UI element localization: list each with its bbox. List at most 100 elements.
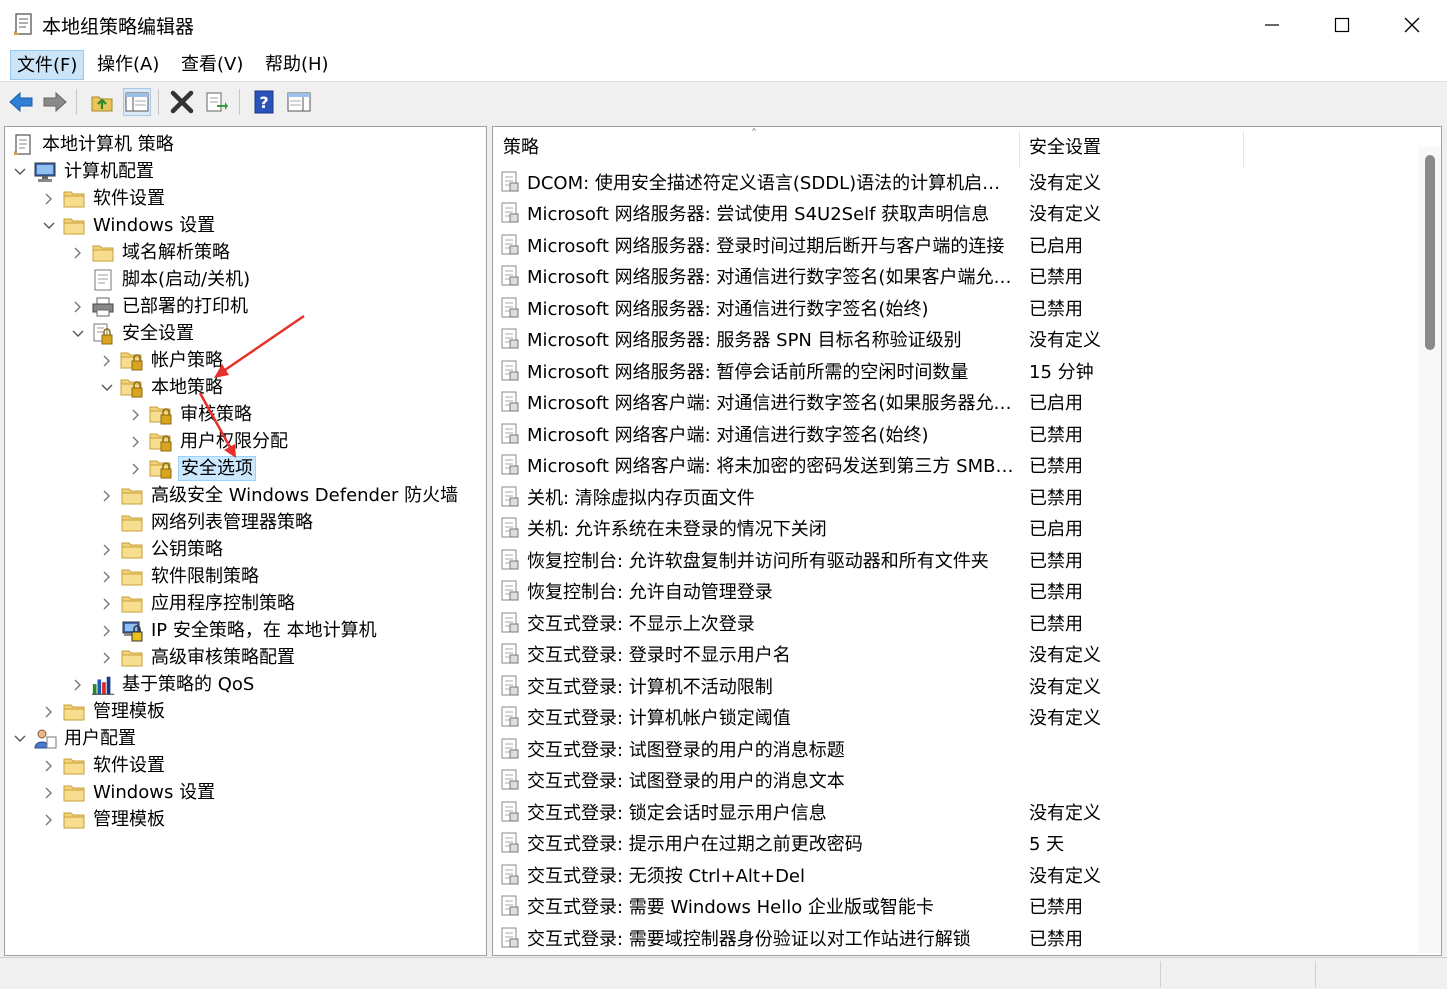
policy-row[interactable]: 交互式登录: 需要 Windows Hello 企业版或智能卡 已禁用 (499, 891, 1083, 922)
chevron-right-icon[interactable] (69, 671, 87, 698)
scrollbar-thumb[interactable] (1425, 155, 1435, 350)
tree-item[interactable]: 应用程序控制策略 (98, 590, 297, 617)
chevron-right-icon[interactable] (98, 644, 116, 671)
policy-row[interactable]: 交互式登录: 试图登录的用户的消息文本 (499, 765, 1017, 796)
tree-item[interactable]: Windows 设置 (40, 212, 217, 239)
forward-button[interactable] (41, 88, 69, 116)
show-hide-action-pane-button[interactable] (285, 88, 313, 116)
chevron-right-icon[interactable] (98, 617, 116, 644)
policy-row[interactable]: 关机: 清除虚拟内存页面文件 已禁用 (499, 481, 1083, 512)
folder-icon (120, 566, 144, 588)
policy-row[interactable]: Microsoft 网络客户端: 将未加密的密码发送到第三方 SMB ... 已禁… (499, 450, 1083, 481)
maximize-button[interactable] (1307, 0, 1377, 50)
tree-item[interactable]: 脚本(启动/关机) (69, 266, 252, 293)
chevron-right-icon[interactable] (69, 239, 87, 266)
vertical-scrollbar[interactable] (1419, 147, 1441, 953)
up-one-level-button[interactable] (88, 88, 116, 116)
chevron-right-icon[interactable] (127, 428, 145, 455)
policy-setting-value: 已启用 (1029, 235, 1083, 257)
tree-item[interactable]: 用户权限分配 (127, 428, 290, 455)
chevron-right-icon[interactable] (98, 536, 116, 563)
column-header-policy[interactable]: 策略 (493, 127, 1019, 169)
chevron-down-icon[interactable] (11, 725, 29, 752)
menu-action[interactable]: 操作(A) (91, 50, 165, 80)
chevron-down-icon[interactable] (40, 212, 58, 239)
policy-row[interactable]: 关机: 允许系统在未登录的情况下关闭 已启用 (499, 513, 1083, 544)
delete-button[interactable] (168, 88, 196, 116)
chevron-down-icon[interactable] (69, 320, 87, 347)
tree-item[interactable]: 用户配置 (11, 725, 138, 752)
tree-item[interactable]: IP 安全策略，在 本地计算机 (98, 617, 379, 644)
tree-item[interactable]: 公钥策略 (98, 536, 225, 563)
policy-row[interactable]: 交互式登录: 不显示上次登录 已禁用 (499, 607, 1083, 638)
tree-item[interactable]: 域名解析策略 (69, 239, 232, 266)
folder-icon (62, 782, 86, 804)
policy-row[interactable]: 交互式登录: 试图登录的用户的消息标题 (499, 733, 1017, 764)
tree-item[interactable]: 软件设置 (40, 185, 167, 212)
chevron-right-icon[interactable] (40, 698, 58, 725)
policy-row[interactable]: 交互式登录: 提示用户在过期之前更改密码 5 天 (499, 828, 1064, 859)
policy-row[interactable]: 交互式登录: 计算机不活动限制 没有定义 (499, 670, 1101, 701)
tree-item[interactable]: 安全设置 (69, 320, 196, 347)
minimize-button[interactable] (1237, 0, 1307, 50)
menu-file[interactable]: 文件(F) (10, 50, 85, 80)
policy-row[interactable]: Microsoft 网络客户端: 对通信进行数字签名(始终) 已禁用 (499, 418, 1083, 449)
chevron-right-icon[interactable] (127, 455, 145, 482)
tree-item[interactable]: 网络列表管理器策略 (98, 509, 315, 536)
chevron-down-icon[interactable] (98, 374, 116, 401)
policy-row[interactable]: 恢复控制台: 允许自动管理登录 已禁用 (499, 576, 1083, 607)
chevron-right-icon[interactable] (98, 482, 116, 509)
tree-item[interactable]: 计算机配置 (11, 158, 156, 185)
tree-item[interactable]: 安全选项 (127, 455, 256, 482)
policy-row[interactable]: Microsoft 网络服务器: 登录时间过期后断开与客户端的连接 已启用 (499, 229, 1083, 260)
tree-item[interactable]: Windows 设置 (40, 779, 217, 806)
policy-row[interactable]: 恢复控制台: 允许软盘复制并访问所有驱动器和所有文件夹 已禁用 (499, 544, 1083, 575)
tree-item[interactable]: 已部署的打印机 (69, 293, 250, 320)
chevron-right-icon[interactable] (40, 752, 58, 779)
policy-row[interactable]: 交互式登录: 锁定会话时显示用户信息 没有定义 (499, 796, 1101, 827)
policy-setting-value: 没有定义 (1029, 204, 1101, 225)
tree-item-label: 基于策略的 QoS (122, 674, 255, 695)
policy-row[interactable]: Microsoft 网络服务器: 对通信进行数字签名(始终) 已禁用 (499, 292, 1083, 323)
tree-item[interactable]: 本地策略 (98, 374, 225, 401)
policy-row[interactable]: Microsoft 网络服务器: 暂停会话前所需的空闲时间数量 15 分钟 (499, 355, 1094, 386)
policy-row[interactable]: DCOM: 使用安全描述符定义语言(SDDL)语法的计算机启动... 没有定义 (499, 166, 1101, 197)
tree-item[interactable]: 管理模板 (40, 806, 167, 833)
policy-row[interactable]: 交互式登录: 无须按 Ctrl+Alt+Del 没有定义 (499, 859, 1101, 890)
export-list-button[interactable] (203, 88, 231, 116)
folder-icon (120, 512, 144, 534)
chevron-right-icon[interactable] (98, 347, 116, 374)
policy-name: Microsoft 网络服务器: 暂停会话前所需的空闲时间数量 (527, 361, 969, 383)
help-button[interactable]: ? (250, 88, 278, 116)
menu-view[interactable]: 查看(V) (175, 50, 249, 80)
tree-item-root[interactable]: 本地计算机 策略 (11, 131, 176, 158)
column-header-security-setting[interactable]: 安全设置 (1019, 127, 1243, 169)
policy-row[interactable]: Microsoft 网络服务器: 尝试使用 S4U2Self 获取声明信息 没有定… (499, 198, 1101, 229)
chevron-right-icon[interactable] (69, 293, 87, 320)
chevron-right-icon[interactable] (40, 185, 58, 212)
policy-row[interactable]: Microsoft 网络服务器: 服务器 SPN 目标名称验证级别 没有定义 (499, 324, 1101, 355)
policy-row[interactable]: 交互式登录: 计算机帐户锁定阈值 没有定义 (499, 702, 1101, 733)
tree-item[interactable]: 软件设置 (40, 752, 167, 779)
tree-item[interactable]: 高级安全 Windows Defender 防火墙 (98, 482, 460, 509)
chevron-right-icon[interactable] (40, 779, 58, 806)
tree-item[interactable]: 管理模板 (40, 698, 167, 725)
tree-item[interactable]: 高级审核策略配置 (98, 644, 297, 671)
chevron-down-icon[interactable] (11, 158, 29, 185)
chevron-right-icon[interactable] (98, 563, 116, 590)
menu-help[interactable]: 帮助(H) (259, 50, 335, 80)
policy-row[interactable]: Microsoft 网络服务器: 对通信进行数字签名(如果客户端允许) 已禁用 (499, 261, 1083, 292)
tree-item[interactable]: 软件限制策略 (98, 563, 261, 590)
tree-item[interactable]: 审核策略 (127, 401, 254, 428)
tree-item[interactable]: 基于策略的 QoS (69, 671, 256, 698)
show-hide-console-tree-button[interactable] (123, 88, 151, 116)
tree-item[interactable]: 帐户策略 (98, 347, 225, 374)
policy-row[interactable]: 交互式登录: 需要域控制器身份验证以对工作站进行解锁 已禁用 (499, 922, 1083, 953)
chevron-right-icon[interactable] (98, 590, 116, 617)
chevron-right-icon[interactable] (40, 806, 58, 833)
policy-row[interactable]: Microsoft 网络客户端: 对通信进行数字签名(如果服务器允许) 已启用 (499, 387, 1083, 418)
policy-row[interactable]: 交互式登录: 登录时不显示用户名 没有定义 (499, 639, 1101, 670)
chevron-right-icon[interactable] (127, 401, 145, 428)
back-button[interactable] (7, 88, 35, 116)
close-button[interactable] (1377, 0, 1447, 50)
